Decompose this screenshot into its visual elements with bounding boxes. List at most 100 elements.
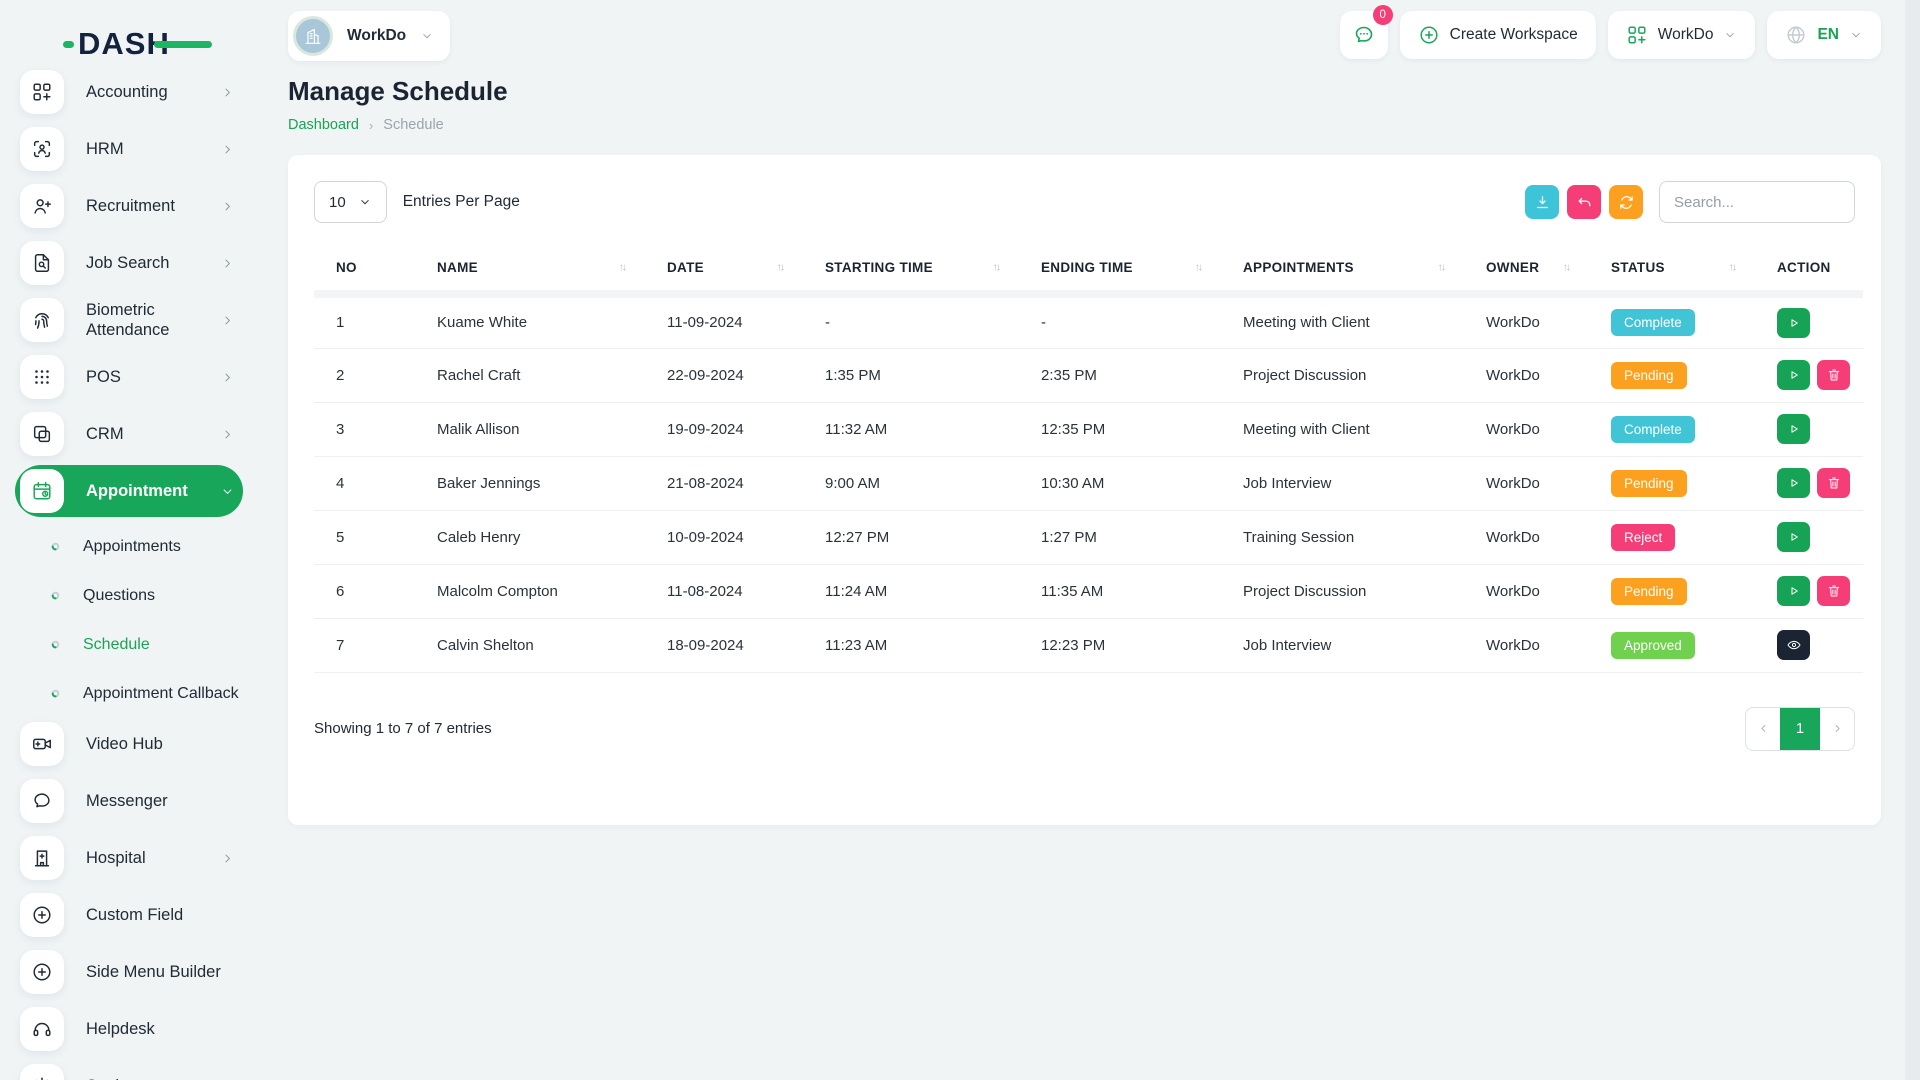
sidebar-item-label: Accounting <box>86 82 220 102</box>
table-row: 1Kuame White11-09-2024--Meeting with Cli… <box>314 294 1863 348</box>
create-workspace-button[interactable]: Create Workspace <box>1400 11 1596 59</box>
delete-button[interactable] <box>1817 360 1850 390</box>
table-header: NONAME↑↓DATE↑↓STARTING TIME↑↓ENDING TIME… <box>314 245 1863 294</box>
play-button[interactable] <box>1777 522 1810 552</box>
search-input[interactable] <box>1659 181 1855 223</box>
column-header-appointments[interactable]: APPOINTMENTS ↑↓ <box>1223 245 1466 294</box>
undo-button[interactable] <box>1567 185 1601 219</box>
column-label: APPOINTMENTS <box>1243 260 1354 275</box>
sidebar-item-hospital[interactable]: Hospital <box>15 832 243 884</box>
hospital-icon <box>31 847 53 869</box>
topbar-actions: 0 Create Workspace WorkDo EN <box>1340 11 1881 59</box>
status-badge: Pending <box>1611 578 1687 605</box>
column-header-owner[interactable]: OWNER↑↓ <box>1466 245 1591 294</box>
sidebar-item-hrm[interactable]: HRM <box>15 123 243 175</box>
side-menu-builder-icon-box <box>20 950 64 994</box>
sidebar-item-helpdesk[interactable]: Helpdesk <box>15 1003 243 1055</box>
status-badge: Pending <box>1611 362 1687 389</box>
sidebar-subitem-appointments[interactable]: Appointments <box>0 522 270 571</box>
pagination-page-1[interactable]: 1 <box>1780 708 1820 750</box>
pagination-prev-button[interactable] <box>1746 708 1780 750</box>
language-selector[interactable]: EN <box>1767 11 1881 59</box>
cell-action <box>1757 618 1863 672</box>
cell-appointments: Project Discussion <box>1223 564 1466 618</box>
sidebar-item-recruitment[interactable]: Recruitment <box>15 180 243 232</box>
sidebar-item-label: Video Hub <box>86 734 243 754</box>
eye-icon <box>1786 637 1802 653</box>
chevron-right-icon <box>220 851 235 866</box>
sort-icon: ↑↓ <box>1195 261 1202 273</box>
play-button[interactable] <box>1777 414 1810 444</box>
cell-date: 18-09-2024 <box>647 618 805 672</box>
column-label: ACTION <box>1777 260 1831 275</box>
column-header-date[interactable]: DATE↑↓ <box>647 245 805 294</box>
sidebar-item-job-search[interactable]: Job Search <box>15 237 243 289</box>
pos-icon <box>31 366 53 388</box>
cell-no: 6 <box>314 564 417 618</box>
sidebar-item-settings[interactable]: Settings <box>15 1060 243 1080</box>
workdo-menu-button[interactable]: WorkDo <box>1608 11 1756 59</box>
sidebar-item-pos[interactable]: POS <box>15 351 243 403</box>
entries-per-page-select[interactable]: 10 <box>314 181 387 223</box>
messages-button[interactable]: 0 <box>1340 11 1388 59</box>
play-button[interactable] <box>1777 360 1810 390</box>
logo-accent-bar <box>154 41 212 48</box>
sort-icon: ↑↓ <box>1438 261 1445 273</box>
cell-starting-time: 9:00 AM <box>805 456 1021 510</box>
sidebar-item-label: Recruitment <box>86 196 220 216</box>
sidebar-item-custom-field[interactable]: Custom Field <box>15 889 243 941</box>
download-button[interactable] <box>1525 185 1559 219</box>
accounting-icon-box <box>20 70 64 114</box>
delete-button[interactable] <box>1817 576 1850 606</box>
workspace-selector[interactable]: WorkDo <box>288 11 450 61</box>
helpdesk-icon <box>31 1018 53 1040</box>
sidebar-item-label: CRM <box>86 424 220 444</box>
cell-status: Reject <box>1591 510 1757 564</box>
globe-icon <box>1785 24 1807 46</box>
sidebar-item-label: HRM <box>86 139 220 159</box>
sidebar-item-biometric-attendance[interactable]: Biometric Attendance <box>15 294 243 346</box>
sort-icon: ↑↓ <box>1729 261 1736 273</box>
sidebar-item-video-hub[interactable]: Video Hub <box>15 718 243 770</box>
refresh-button[interactable] <box>1609 185 1643 219</box>
sidebar-subitem-appointment-callback[interactable]: Appointment Callback <box>0 669 270 718</box>
pagination-next-button[interactable] <box>1820 708 1854 750</box>
cell-date: 22-09-2024 <box>647 348 805 402</box>
bullet-donut-icon <box>48 686 63 701</box>
sidebar-subitem-label: Schedule <box>83 636 150 654</box>
breadcrumb-separator: › <box>369 118 373 133</box>
cell-name: Calvin Shelton <box>417 618 647 672</box>
sort-icon: ↑↓ <box>1563 261 1570 273</box>
cell-status: Complete <box>1591 294 1757 348</box>
play-button[interactable] <box>1777 308 1810 338</box>
sidebar-subitem-schedule[interactable]: Schedule <box>0 620 270 669</box>
hospital-icon-box <box>20 836 64 880</box>
column-header-starting-time[interactable]: STARTING TIME↑↓ <box>805 245 1021 294</box>
app-logo[interactable]: DASH <box>78 26 170 62</box>
play-button[interactable] <box>1777 576 1810 606</box>
sidebar-item-appointment[interactable]: Appointment <box>15 465 243 517</box>
table-row: 6Malcolm Compton11-08-202411:24 AM11:35 … <box>314 564 1863 618</box>
cell-status: Approved <box>1591 618 1757 672</box>
sidebar-item-crm[interactable]: CRM <box>15 408 243 460</box>
status-badge: Approved <box>1611 632 1695 659</box>
column-header-status[interactable]: STATUS↑↓ <box>1591 245 1757 294</box>
cell-status: Pending <box>1591 456 1757 510</box>
sidebar-item-side-menu-builder[interactable]: Side Menu Builder <box>15 946 243 998</box>
sidebar-item-messenger[interactable]: Messenger <box>15 775 243 827</box>
sidebar-subitem-questions[interactable]: Questions <box>0 571 270 620</box>
column-header-name[interactable]: NAME↑↓ <box>417 245 647 294</box>
play-button[interactable] <box>1777 468 1810 498</box>
delete-button[interactable] <box>1817 468 1850 498</box>
helpdesk-icon-box <box>20 1007 64 1051</box>
cell-date: 10-09-2024 <box>647 510 805 564</box>
biometric-attendance-icon <box>31 309 53 331</box>
page-scrollbar[interactable] <box>1905 0 1920 1080</box>
view-button[interactable] <box>1777 630 1810 660</box>
cell-owner: WorkDo <box>1466 294 1591 348</box>
breadcrumb-dashboard-link[interactable]: Dashboard <box>288 117 359 133</box>
cell-owner: WorkDo <box>1466 348 1591 402</box>
sidebar-item-accounting[interactable]: Accounting <box>15 66 243 118</box>
column-header-ending-time[interactable]: ENDING TIME↑↓ <box>1021 245 1223 294</box>
sidebar-item-label: Side Menu Builder <box>86 962 243 982</box>
